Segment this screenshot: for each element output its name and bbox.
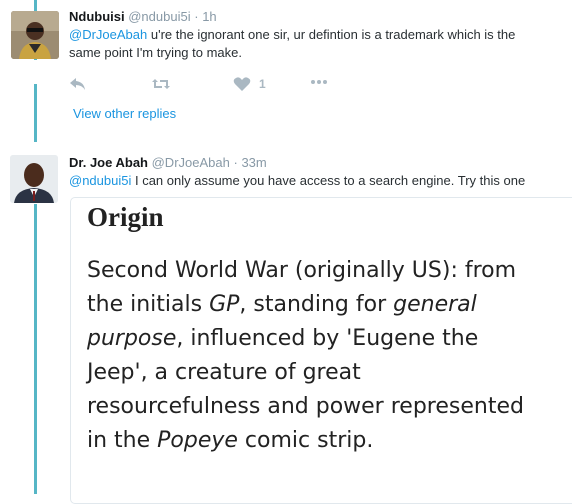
- author-handle[interactable]: @ndubui5i: [128, 9, 190, 24]
- thread-line: [34, 84, 37, 142]
- avatar[interactable]: [10, 155, 58, 203]
- tweet-header: Ndubuisi @ndubui5i · 1h: [69, 9, 572, 24]
- tweet-text-body: u're the ignorant one sir, ur defintion …: [147, 27, 516, 42]
- tweet: Dr. Joe Abah @DrJoeAbah · 33m @ndubui5i …: [69, 155, 572, 190]
- card-body: Second World War (originally US): from t…: [87, 254, 567, 458]
- card-text: comic strip.: [237, 428, 374, 453]
- timestamp[interactable]: 1h: [202, 9, 216, 24]
- separator: ·: [194, 9, 199, 24]
- author-handle[interactable]: @DrJoeAbah: [152, 155, 230, 170]
- card-line: Jeep', a creature of great: [87, 360, 361, 385]
- tweet-text-body: I can only assume you have access to a s…: [131, 173, 526, 188]
- card-line: the initials GP, standing for general: [87, 288, 567, 322]
- author-name[interactable]: Dr. Joe Abah: [69, 155, 148, 170]
- more-icon[interactable]: [309, 74, 329, 94]
- avatar[interactable]: [11, 11, 59, 59]
- author-name[interactable]: Ndubuisi: [69, 9, 125, 24]
- thread-line: [34, 204, 37, 494]
- card-italic: Popeye: [157, 428, 238, 453]
- tweet-text: @DrJoeAbah u're the ignorant one sir, ur…: [69, 26, 572, 62]
- view-other-replies-link[interactable]: View other replies: [73, 106, 176, 121]
- card-italic: general: [393, 292, 477, 317]
- card-line: Second World War (originally US): from: [87, 258, 517, 283]
- card-line: in the Popeye comic strip.: [87, 424, 567, 458]
- card-text: the initials: [87, 292, 210, 317]
- like-count: 1: [259, 77, 266, 91]
- tweet: Ndubuisi @ndubui5i · 1h @DrJoeAbah u're …: [69, 9, 572, 62]
- card-text: , standing for: [239, 292, 394, 317]
- timestamp[interactable]: 33m: [241, 155, 266, 170]
- tweet-header: Dr. Joe Abah @DrJoeAbah · 33m: [69, 155, 572, 170]
- tweet-text-body: same point I'm trying to make.: [69, 45, 242, 60]
- card-text: , influenced by 'Eugene the: [176, 326, 479, 351]
- retweet-icon[interactable]: [151, 76, 171, 96]
- card-line: resourcefulness and power represented: [87, 394, 524, 419]
- reply-icon[interactable]: [69, 76, 87, 96]
- tweet-text: @ndubui5i I can only assume you have acc…: [69, 172, 572, 190]
- separator: ·: [233, 155, 238, 170]
- card-text: in the: [87, 428, 158, 453]
- heart-icon[interactable]: [233, 76, 251, 96]
- card-line: purpose, influenced by 'Eugene the: [87, 322, 567, 356]
- mention-link[interactable]: @DrJoeAbah: [69, 27, 147, 42]
- card-title: Origin: [87, 202, 164, 232]
- mention-link[interactable]: @ndubui5i: [69, 173, 131, 188]
- card-italic: purpose: [87, 326, 177, 351]
- attached-image-card[interactable]: Origin Second World War (originally US):…: [70, 197, 572, 504]
- card-italic: GP: [209, 292, 240, 317]
